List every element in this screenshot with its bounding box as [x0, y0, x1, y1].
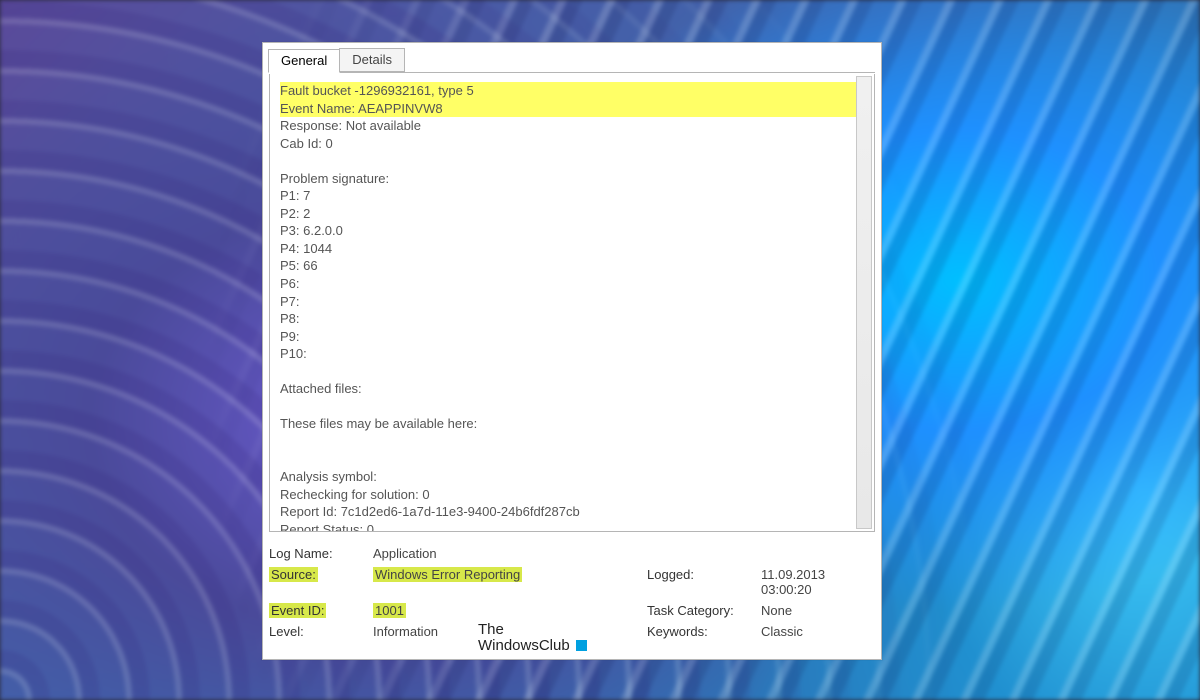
line-p2: P2: 2: [280, 205, 864, 223]
source-value: Windows Error Reporting: [373, 567, 643, 597]
blank: [280, 152, 864, 170]
line-analysis: Analysis symbol:: [280, 468, 864, 486]
line-p1: P1: 7: [280, 187, 864, 205]
logname-value: Application: [373, 546, 643, 561]
event-description-box: Fault bucket -1296932161, type 5 Event N…: [269, 74, 875, 532]
blank: [280, 450, 864, 468]
empty: [647, 546, 757, 561]
eventid-value: 1001: [373, 603, 643, 618]
taskcat-value: None: [761, 603, 875, 618]
blank: [280, 363, 864, 381]
eventid-label: Event ID:: [269, 603, 369, 618]
blank: [280, 433, 864, 451]
line-p6: P6:: [280, 275, 864, 293]
line-recheck: Rechecking for solution: 0: [280, 486, 864, 504]
taskcat-label: Task Category:: [647, 603, 757, 618]
line-fault-bucket: Fault bucket -1296932161, type 5: [280, 82, 864, 100]
line-available: These files may be available here:: [280, 415, 864, 433]
logname-label: Log Name:: [269, 546, 369, 561]
line-sig-header: Problem signature:: [280, 170, 864, 188]
line-p4: P4: 1044: [280, 240, 864, 258]
watermark: The WindowsClub: [478, 622, 587, 654]
logged-label: Logged:: [647, 567, 757, 597]
blank: [280, 398, 864, 416]
watermark-line1: The: [478, 621, 504, 638]
line-report-status: Report Status: 0: [280, 521, 864, 532]
event-properties-panel: General Details Fault bucket -1296932161…: [262, 42, 882, 660]
empty: [761, 546, 875, 561]
line-response: Response: Not available: [280, 117, 864, 135]
tab-general[interactable]: General: [268, 49, 340, 73]
line-p7: P7:: [280, 293, 864, 311]
logged-value: 11.09.2013 03:00:20: [761, 567, 875, 597]
line-cab-id: Cab Id: 0: [280, 135, 864, 153]
line-attached: Attached files:: [280, 380, 864, 398]
tabstrip: General Details: [268, 48, 875, 73]
line-report-id: Report Id: 7c1d2ed6-1a7d-11e3-9400-24b6f…: [280, 503, 864, 521]
source-label: Source:: [269, 567, 369, 597]
watermark-line2: WindowsClub: [478, 637, 570, 654]
tab-details[interactable]: Details: [339, 48, 405, 72]
line-p3: P3: 6.2.0.0: [280, 222, 864, 240]
keywords-value: Classic: [761, 624, 875, 639]
line-p9: P9:: [280, 328, 864, 346]
line-p10: P10:: [280, 345, 864, 363]
keywords-label: Keywords:: [647, 624, 757, 639]
line-event-name: Event Name: AEAPPINVW8: [280, 100, 864, 118]
line-p5: P5: 66: [280, 257, 864, 275]
level-label: Level:: [269, 624, 369, 639]
line-p8: P8:: [280, 310, 864, 328]
watermark-square-icon: [576, 640, 587, 651]
